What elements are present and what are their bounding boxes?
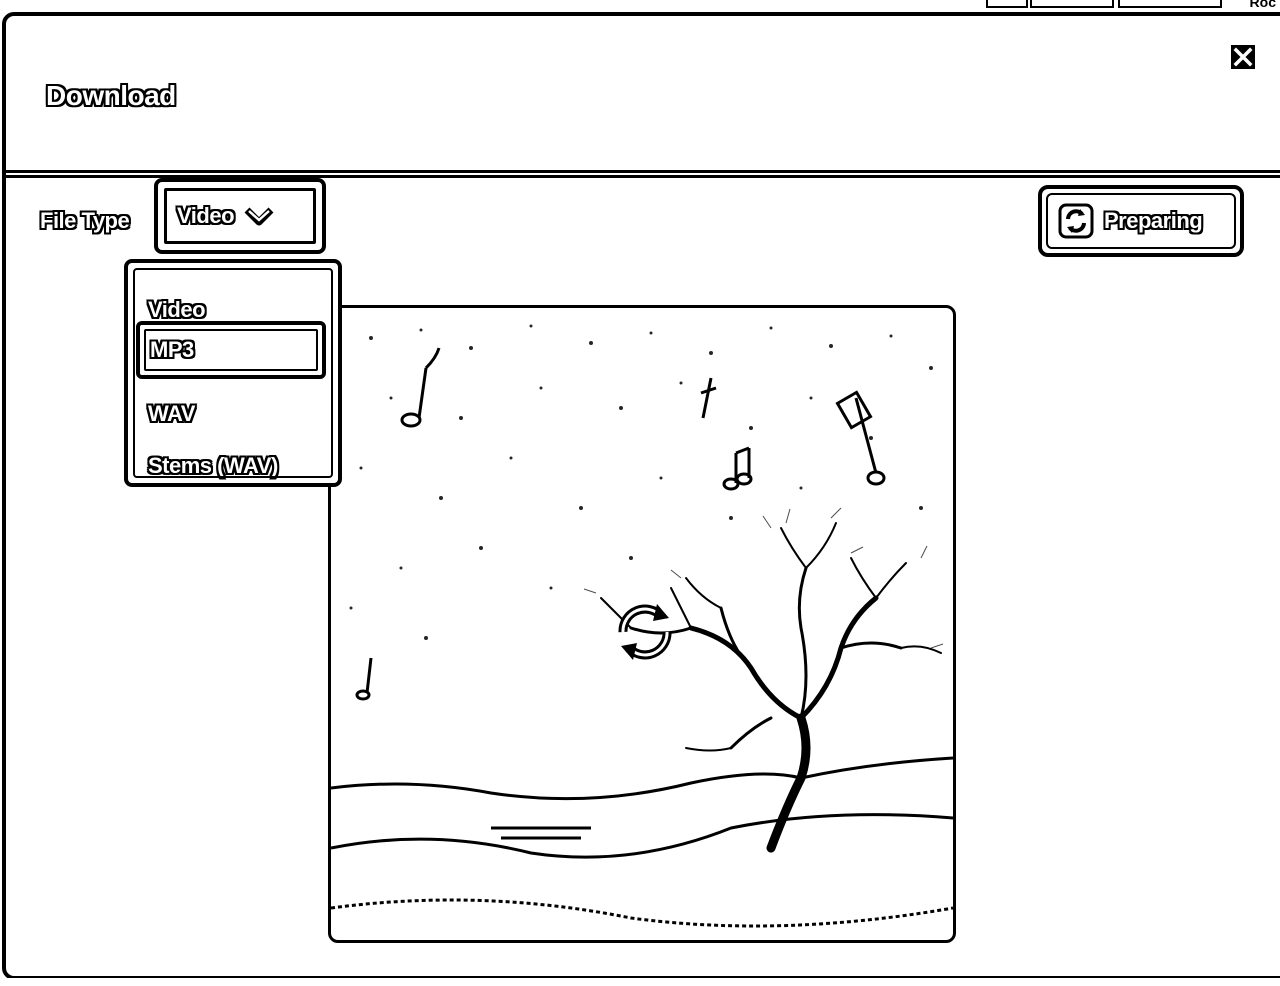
dialog-title: Download bbox=[46, 80, 176, 111]
background-app-strip: Roc bbox=[0, 0, 1280, 12]
menu-item-mp3-label: MP3 bbox=[150, 337, 194, 362]
chevron-down-icon bbox=[244, 207, 274, 226]
preparing-button[interactable]: Preparing bbox=[1038, 185, 1244, 257]
menu-item-video[interactable]: Video bbox=[148, 297, 206, 323]
preparing-label: Preparing bbox=[1104, 208, 1203, 233]
close-button[interactable] bbox=[1228, 42, 1258, 72]
background-tab bbox=[1118, 0, 1222, 8]
menu-item-wav[interactable]: WAV bbox=[148, 401, 195, 427]
close-icon bbox=[1231, 45, 1255, 69]
file-type-label: File Type bbox=[40, 208, 130, 233]
file-type-dropdown-menu: Video MP3 WAV Stems (WAV) bbox=[124, 259, 342, 487]
menu-item-mp3[interactable]: MP3 bbox=[136, 321, 326, 379]
file-type-select-inner[interactable]: Video bbox=[164, 188, 316, 244]
file-type-select[interactable]: Video bbox=[154, 178, 326, 254]
bottom-edge bbox=[0, 978, 1280, 986]
dialog-header: Download bbox=[6, 16, 1280, 174]
sync-icon bbox=[1058, 203, 1094, 239]
preview-image bbox=[328, 305, 956, 943]
file-type-selected-value: Video bbox=[177, 203, 235, 228]
background-tab bbox=[1030, 0, 1114, 8]
background-tab bbox=[986, 0, 1028, 8]
menu-item-stems-wav[interactable]: Stems (WAV) bbox=[148, 453, 278, 479]
loading-spinner-icon bbox=[618, 604, 672, 660]
header-divider bbox=[6, 170, 1280, 178]
background-app-text: Roc bbox=[1249, 0, 1276, 10]
